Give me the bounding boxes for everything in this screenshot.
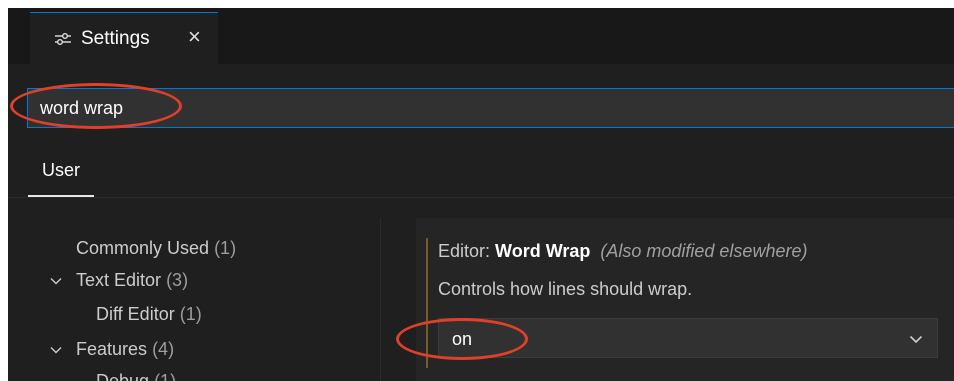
toc-item-label: Commonly Used: [76, 238, 210, 258]
toc-item-label: Debug: [96, 371, 150, 381]
setting-item-word-wrap: Editor: Word Wrap (Also modified elsewher…: [416, 218, 954, 381]
search-container: [27, 88, 954, 128]
tab-settings[interactable]: Settings ×: [30, 12, 218, 66]
toc-item-label: Text Editor: [76, 270, 162, 290]
toc-item-commonly-used[interactable]: Commonly Used (1): [76, 238, 236, 259]
modified-indicator: [426, 238, 428, 368]
setting-modified-note[interactable]: (Also modified elsewhere): [600, 241, 807, 261]
setting-name: Word Wrap: [495, 241, 591, 261]
toc-item-count: (3): [166, 270, 189, 290]
search-input[interactable]: [27, 88, 954, 128]
toc-item-count: (1): [214, 238, 237, 258]
toc-item-count: (1): [179, 304, 202, 324]
setting-title: Editor: Word Wrap (Also modified elsewher…: [438, 241, 807, 262]
toc-item-label: Diff Editor: [96, 304, 175, 324]
toc-item-text-editor[interactable]: Text Editor (3): [76, 270, 188, 291]
toc-item-debug[interactable]: Debug (1): [96, 371, 176, 381]
settings-editor: Settings × User Commonly Used (1) Text E…: [8, 8, 954, 381]
toc-item-diff-editor[interactable]: Diff Editor (1): [96, 304, 202, 325]
setting-description: Controls how lines should wrap.: [438, 279, 693, 299]
tab-bar: Settings ×: [8, 8, 954, 66]
toc-item-count: (1): [154, 371, 177, 381]
close-icon[interactable]: ×: [188, 25, 201, 49]
chevron-down-icon[interactable]: [50, 275, 62, 287]
word-wrap-select[interactable]: on: [438, 318, 938, 358]
settings-toc: Commonly Used (1) Text Editor (3) Diff E…: [8, 218, 380, 381]
select-value: on: [452, 329, 473, 349]
settings-sliders-icon: [55, 33, 71, 45]
chevron-down-icon[interactable]: [50, 344, 62, 356]
setting-category: Editor:: [438, 241, 496, 261]
toc-item-label: Features: [76, 339, 148, 359]
tab-user[interactable]: User: [42, 160, 80, 181]
toc-item-count: (4): [152, 339, 175, 359]
toc-item-features[interactable]: Features (4): [76, 339, 174, 360]
active-tab-indicator: [28, 195, 94, 197]
scope-tabs: User: [8, 148, 954, 198]
chevron-down-icon: [909, 335, 923, 344]
tab-label: Settings: [81, 28, 150, 49]
toc-divider: [380, 218, 381, 381]
